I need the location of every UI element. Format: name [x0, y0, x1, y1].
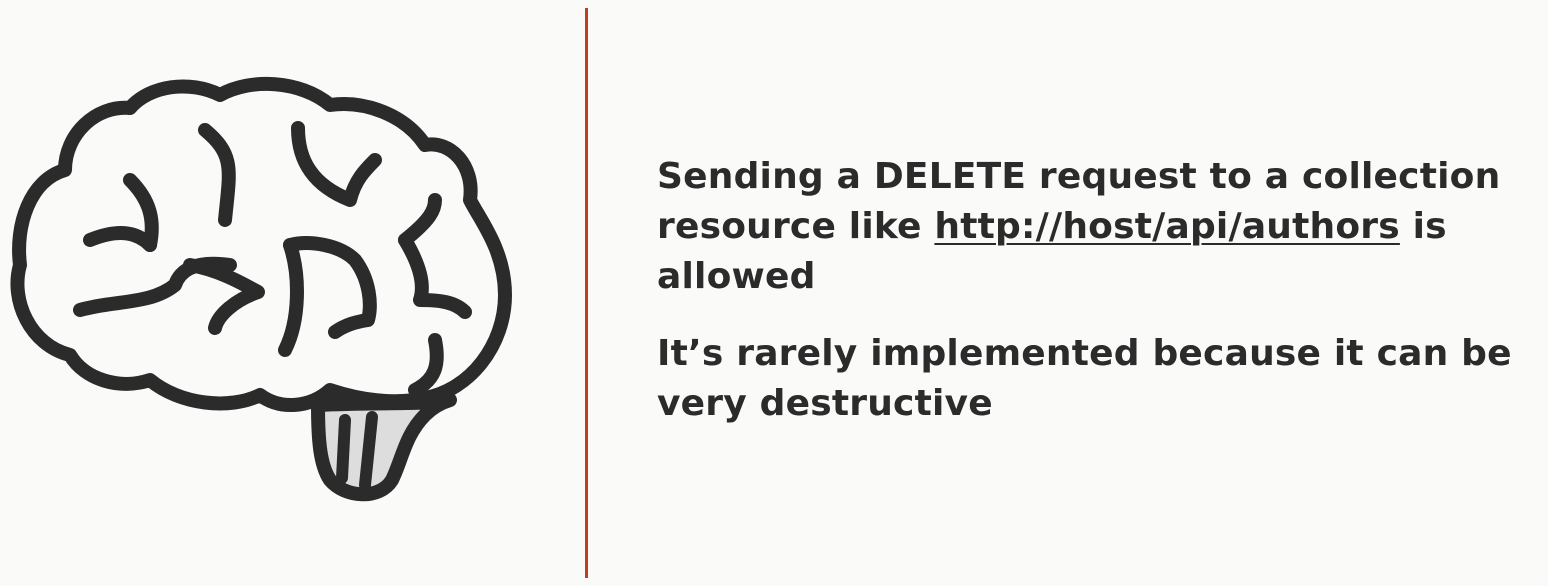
vertical-divider [585, 8, 588, 578]
point-delete-collection: Sending a DELETE request to a collection… [657, 152, 1537, 302]
authors-url-link[interactable]: http://host/api/authors [934, 206, 1399, 247]
slide: Sending a DELETE request to a collection… [0, 0, 1548, 586]
slide-text: Sending a DELETE request to a collection… [657, 152, 1537, 456]
brain-icon [10, 76, 512, 502]
point-rarely-implemented: It’s rarely implemented because it can b… [657, 333, 1512, 424]
